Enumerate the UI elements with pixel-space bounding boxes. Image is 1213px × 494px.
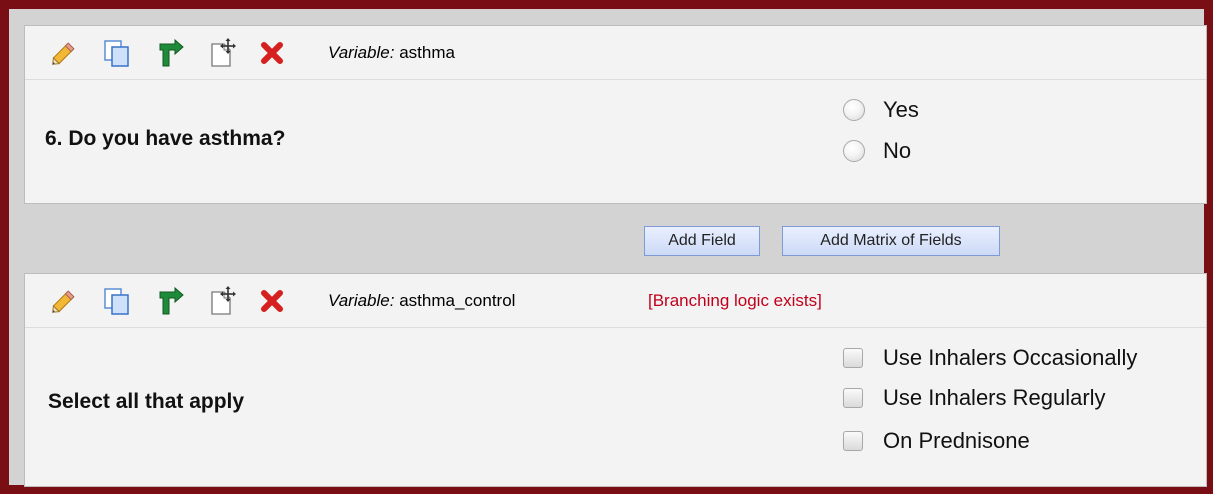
radio-option-yes[interactable]: Yes [843,93,919,127]
choice-label: No [883,138,912,163]
field-toolbar: Variable: asthma [25,26,1206,80]
variable-name: Variable: asthma [328,26,455,80]
checkbox[interactable] [843,431,863,451]
branching-logic-note: [Branching logic exists] [648,291,822,310]
move-icon[interactable] [206,284,240,318]
branching-icon[interactable] [153,36,187,70]
checkbox-option-occasionally[interactable]: Use Inhalers Occasionally [843,341,1137,375]
variable-label: Variable: [328,291,395,310]
pencil-icon[interactable] [47,36,81,70]
copy-icon[interactable] [100,284,134,318]
radio-option-no[interactable]: No [843,134,911,168]
checkbox-option-prednisone[interactable]: On Prednisone [843,424,1030,458]
pencil-icon[interactable] [47,284,81,318]
checkbox-option-regularly[interactable]: Use Inhalers Regularly [843,381,1106,415]
variable-label: Variable: [328,43,395,62]
add-matrix-button[interactable]: Add Matrix of Fields [782,226,1000,256]
variable-value: asthma [399,43,455,62]
delete-icon[interactable] [255,36,289,70]
add-field-button[interactable]: Add Field [644,226,760,256]
radio-button[interactable] [843,140,865,162]
variable-value: asthma_control [399,291,516,310]
choice-label: Yes [883,97,919,122]
choice-label: Use Inhalers Occasionally [883,345,1138,370]
move-icon[interactable] [206,36,240,70]
copy-icon[interactable] [100,36,134,70]
field-asthma-control: Variable: asthma_control [Branching logi… [24,273,1207,487]
checkbox[interactable] [843,348,863,368]
field-asthma: Variable: asthma 6. Do you have asthma? … [24,25,1207,204]
choice-label: On Prednisone [883,428,1030,453]
variable-name: Variable: asthma_control [328,274,515,328]
question-label: Select all that apply [48,390,245,413]
radio-button[interactable] [843,99,865,121]
choice-label: Use Inhalers Regularly [883,385,1106,410]
delete-icon[interactable] [255,284,289,318]
checkbox[interactable] [843,388,863,408]
designer-frame: Variable: asthma 6. Do you have asthma? … [0,0,1213,494]
question-label: 6. Do you have asthma? [45,127,286,150]
branching-icon[interactable] [153,284,187,318]
add-field-bar: Add Field Add Matrix of Fields [9,226,1204,256]
field-toolbar: Variable: asthma_control [Branching logi… [25,274,1206,328]
